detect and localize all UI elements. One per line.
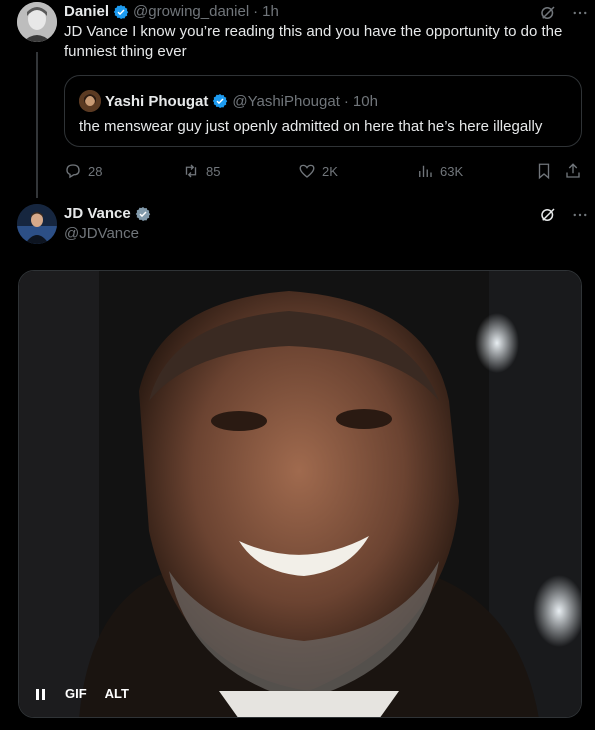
views-button[interactable]: 63K [416, 162, 463, 180]
author-display-name[interactable]: JD Vance [64, 205, 131, 222]
reply-icon [66, 164, 80, 179]
reply-tweet-header: Daniel @growing_daniel · 1h [64, 3, 279, 20]
reply-tweet-top-actions [539, 4, 589, 22]
verified-badge-icon [213, 94, 228, 108]
quoted-author-handle: @YashiPhougat [232, 92, 340, 110]
gif-frame-image [19, 271, 581, 717]
share-icon [566, 163, 580, 178]
quoted-author-display-name: Yashi Phougat [105, 92, 209, 110]
verified-badge-icon [135, 206, 150, 221]
bookmark-button[interactable] [535, 162, 553, 180]
author-handle[interactable]: @growing_daniel [133, 3, 249, 20]
dot-separator: · [253, 3, 259, 20]
alt-text-button[interactable]: ALT [105, 686, 129, 701]
repost-icon [185, 164, 197, 178]
author-handle[interactable]: @JDVance [64, 225, 139, 242]
like-count: 2K [322, 163, 338, 179]
more-icon[interactable] [571, 206, 589, 224]
dot-separator: · [343, 92, 349, 110]
avatar-jd-vance[interactable] [17, 204, 57, 244]
quoted-tweet-text: the menswear guy just openly admitted on… [79, 118, 543, 135]
tweet-text: JD Vance I know you’re reading this and … [64, 23, 563, 60]
grok-icon[interactable] [539, 4, 557, 22]
tweet-timestamp[interactable]: 1h [262, 3, 279, 20]
main-tweet-top-actions [539, 206, 589, 224]
reply-count: 28 [88, 163, 103, 179]
repost-button[interactable]: 85 [182, 162, 220, 180]
quoted-tweet-header: Yashi Phougat @YashiPhougat · 10h [79, 90, 378, 112]
reply-button[interactable]: 28 [64, 162, 102, 180]
avatar-daniel[interactable] [17, 2, 57, 42]
gif-controls: GIF ALT [35, 686, 129, 701]
gif-badge: GIF [65, 686, 87, 701]
avatar-yashi [79, 90, 101, 112]
like-button[interactable]: 2K [298, 162, 338, 180]
grok-icon[interactable] [539, 206, 557, 224]
views-icon [419, 165, 432, 177]
more-icon[interactable] [571, 4, 589, 22]
like-icon [299, 164, 315, 178]
gif-media[interactable]: GIF ALT [18, 270, 582, 718]
thread-connector-line [36, 52, 38, 198]
bookmark-icon [538, 163, 550, 180]
repost-count: 85 [206, 163, 221, 179]
quoted-tweet-timestamp: 10h [352, 92, 378, 110]
main-tweet-header: JD Vance [64, 205, 151, 222]
verified-badge-icon [113, 4, 129, 19]
quoted-tweet-card[interactable]: Yashi Phougat @YashiPhougat · 10h the me… [64, 75, 582, 147]
author-display-name[interactable]: Daniel [64, 3, 109, 20]
share-button[interactable] [564, 162, 582, 180]
views-count: 63K [440, 163, 464, 179]
main-tweet-handle-row: @JDVance [64, 225, 139, 242]
pause-icon[interactable] [35, 688, 47, 700]
